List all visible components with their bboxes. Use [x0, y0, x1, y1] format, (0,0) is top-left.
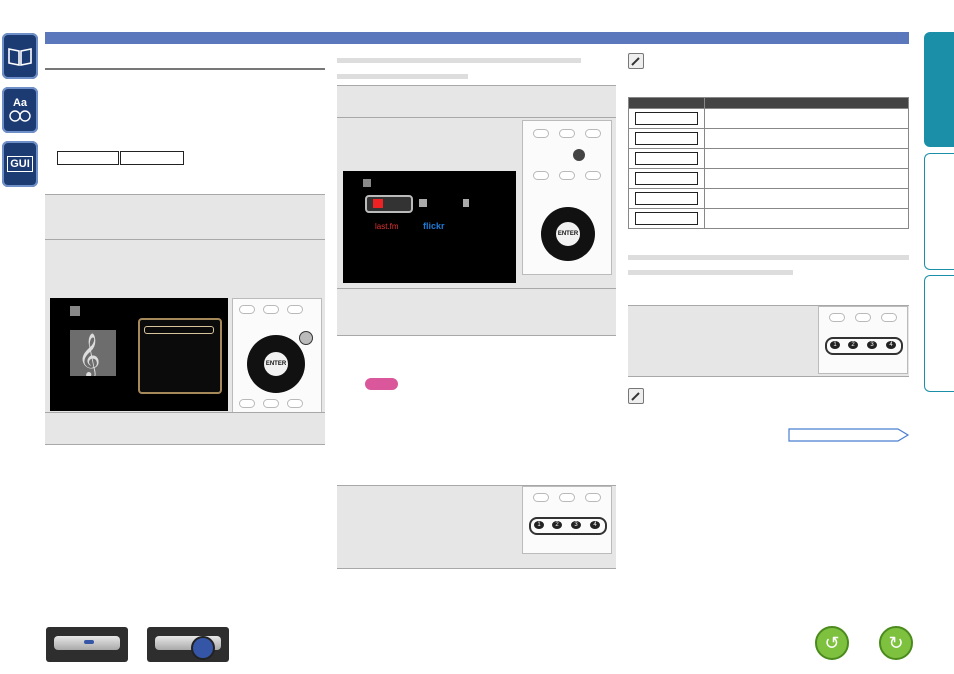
options-table [628, 97, 909, 229]
heart-icon [373, 199, 383, 208]
forward-arrow-icon: ↻ [888, 632, 904, 653]
tv-screen-services: last.fm flickr [343, 171, 516, 283]
preset-key-4: 4 [886, 341, 896, 349]
remote-key [585, 129, 601, 138]
favorite-station-group: 1 2 3 4 [529, 517, 607, 535]
remote-key [287, 305, 303, 314]
gui-icon[interactable]: GUI [2, 141, 38, 187]
pencil-note-icon [628, 53, 644, 69]
heading-bar [337, 74, 468, 79]
note-pill [365, 378, 398, 390]
remote-key [559, 171, 575, 180]
folder-icon [363, 179, 371, 187]
divider [337, 335, 616, 336]
folder-icon [419, 199, 427, 207]
remote-key [559, 493, 575, 502]
remote-key [533, 171, 549, 180]
dpad: ENTER [247, 335, 305, 393]
section-rule [45, 68, 325, 70]
remote-key [881, 313, 897, 322]
favorite-station-group: 1 2 3 4 [825, 337, 903, 355]
pencil-note-icon [628, 388, 644, 404]
heading-bar [628, 255, 909, 260]
enter-button: ENTER [554, 220, 582, 248]
preset-key-4: 4 [590, 521, 600, 529]
remote-key [829, 313, 845, 322]
service-flickr[interactable]: flickr [423, 221, 445, 231]
preset-key-3: 3 [867, 341, 877, 349]
step-band [337, 86, 616, 117]
front-panel-icon[interactable] [46, 627, 128, 662]
folder-icon [70, 306, 80, 316]
selected-service[interactable] [365, 195, 413, 213]
step-band [45, 195, 325, 239]
book-icon [8, 48, 32, 66]
step-band [45, 413, 325, 444]
rear-panel-icon[interactable] [147, 627, 229, 662]
back-button[interactable]: ↺ [815, 626, 849, 660]
forward-button[interactable]: ↻ [879, 626, 913, 660]
remote-illustration: ENTER [232, 298, 322, 413]
preset-key-1: 1 [830, 341, 840, 349]
remote-key [855, 313, 871, 322]
menu-button [573, 149, 585, 161]
remote-key [239, 399, 255, 408]
continue-arrow-icon[interactable] [788, 427, 910, 443]
step-band [337, 289, 616, 335]
remote-key [585, 493, 601, 502]
tab-active[interactable] [924, 32, 954, 147]
remote-key [533, 493, 549, 502]
divider [45, 444, 325, 445]
preset-key-1: 1 [534, 521, 544, 529]
glossary-label: Aa [12, 97, 28, 109]
option-menu-item[interactable] [144, 326, 214, 334]
glossary-icon[interactable]: Aa [2, 87, 38, 133]
heading-bar [337, 58, 581, 63]
remote-key [585, 171, 601, 180]
back-arrow-icon: ↺ [824, 632, 840, 653]
option-button [299, 331, 313, 345]
option-menu-panel[interactable] [138, 318, 222, 394]
remote-illustration: ENTER [522, 120, 612, 275]
remote-key [533, 129, 549, 138]
remote-key [239, 305, 255, 314]
remote-key [263, 399, 279, 408]
music-note-icon: 𝄞 [78, 333, 100, 379]
enter-button: ENTER [262, 350, 290, 378]
remote-key [263, 305, 279, 314]
tab-middle[interactable] [924, 153, 954, 270]
gui-label: GUI [7, 156, 33, 172]
service-lastfm[interactable]: last.fm [375, 222, 399, 231]
contents-icon[interactable] [2, 33, 38, 79]
button-label-box [120, 151, 184, 165]
remote-key [559, 129, 575, 138]
remote-key [287, 399, 303, 408]
preset-key-2: 2 [552, 521, 562, 529]
svg-text:𝄞: 𝄞 [78, 333, 100, 376]
divider [628, 376, 909, 377]
divider [337, 568, 616, 569]
header-bar [45, 32, 909, 44]
tv-screen-player: 𝄞 [50, 298, 228, 411]
album-art: 𝄞 [70, 330, 116, 379]
heading-bar [628, 270, 793, 275]
remote-illustration: 1 2 3 4 [818, 306, 908, 374]
preset-key-3: 3 [571, 521, 581, 529]
button-label-box [57, 151, 119, 165]
tab-bottom[interactable] [924, 275, 954, 392]
preset-key-2: 2 [848, 341, 858, 349]
file-icon [463, 199, 469, 207]
remote-illustration: 1 2 3 4 [522, 486, 612, 554]
dpad: ENTER [541, 207, 595, 261]
ears-icon [9, 110, 31, 122]
